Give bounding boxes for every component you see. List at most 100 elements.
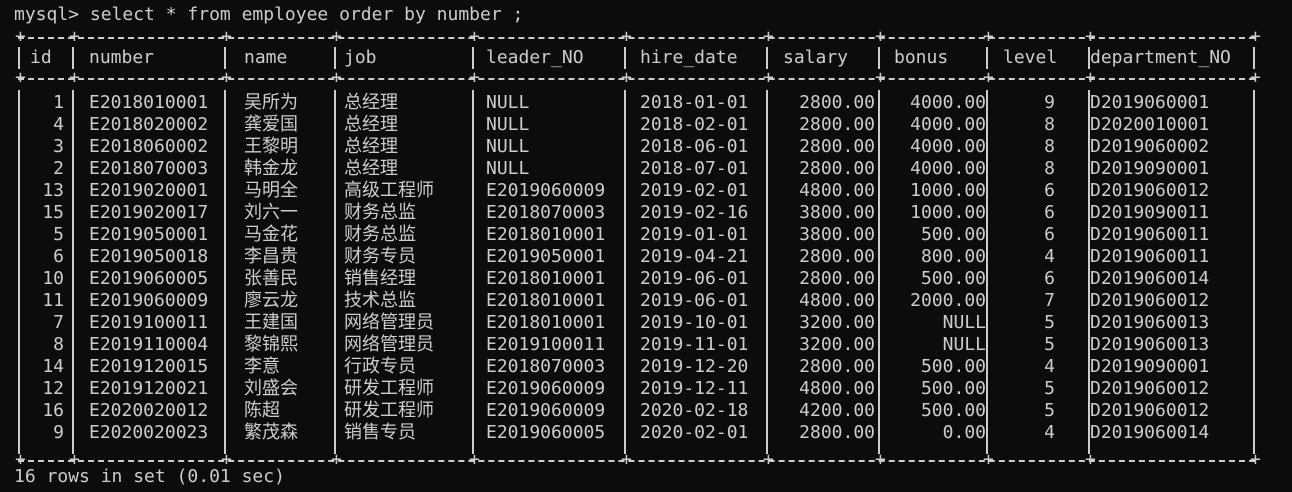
table-bottom-border xyxy=(18,460,1255,462)
table-cell-bonus: 4000.00 xyxy=(910,92,986,113)
table-cell-department-no: D2019060012 xyxy=(1090,180,1210,201)
table-cell-level: 4 xyxy=(1044,356,1055,377)
table-cell-level: 5 xyxy=(1044,400,1055,421)
table-cell-number: E2020020012 xyxy=(89,400,209,421)
table-cell-salary: 2800.00 xyxy=(799,356,875,377)
column-header-number: number xyxy=(89,47,155,68)
command-line: mysql> select * from employee order by n… xyxy=(14,4,524,25)
table-cell-bonus: 4000.00 xyxy=(910,114,986,135)
table-cell-leader-no: E2018010001 xyxy=(486,312,606,333)
table-cell-leader-no: E2019100011 xyxy=(486,334,606,355)
table-cell-id: 5 xyxy=(53,224,64,245)
table-cell-bonus: 0.00 xyxy=(942,422,986,443)
table-cell-level: 8 xyxy=(1044,158,1055,179)
table-cell-level: 8 xyxy=(1044,114,1055,135)
table-cell-bonus: 800.00 xyxy=(920,246,986,267)
table-cell-level: 6 xyxy=(1044,180,1055,201)
table-cell-hire-date: 2019-12-20 xyxy=(640,356,749,377)
table-cell-number: E2019120021 xyxy=(89,378,209,399)
table-cell-leader-no: NULL xyxy=(486,158,530,179)
table-cell-department-no: D2019060012 xyxy=(1090,378,1210,399)
table-cell-hire-date: 2019-02-16 xyxy=(640,202,749,223)
table-cell-job: 总经理 xyxy=(344,114,398,135)
table-cell-hire-date: 2018-01-01 xyxy=(640,92,749,113)
table-cell-job: 总经理 xyxy=(344,92,398,113)
table-cell-level: 4 xyxy=(1044,246,1055,267)
table-cell-name: 黎锦熙 xyxy=(244,334,298,355)
table-corner: + xyxy=(221,26,232,47)
table-cell-name: 繁茂森 xyxy=(244,422,298,443)
table-cell-leader-no: E2018010001 xyxy=(486,268,606,289)
table-corner: + xyxy=(221,449,232,470)
table-cell-hire-date: 2019-10-01 xyxy=(640,312,749,333)
table-cell-number: E2018070003 xyxy=(89,158,209,179)
table-corner: + xyxy=(763,26,774,47)
table-cell-level: 7 xyxy=(1044,290,1055,311)
table-cell-level: 5 xyxy=(1044,378,1055,399)
table-cell-bonus: 500.00 xyxy=(920,224,986,245)
table-cell-leader-no: E2019060005 xyxy=(486,422,606,443)
header-column-divider xyxy=(72,47,74,69)
table-cell-job: 总经理 xyxy=(344,136,398,157)
terminal-window[interactable]: mysql> select * from employee order by n… xyxy=(0,0,1292,492)
table-corner: + xyxy=(983,67,994,88)
table-cell-leader-no: E2018070003 xyxy=(486,202,606,223)
table-cell-number: E2018060002 xyxy=(89,136,209,157)
table-top-border xyxy=(18,37,1255,39)
table-cell-salary: 2800.00 xyxy=(799,246,875,267)
table-cell-job: 网络管理员 xyxy=(344,334,434,355)
table-corner: + xyxy=(621,26,632,47)
table-cell-salary: 4800.00 xyxy=(799,378,875,399)
table-cell-leader-no: E2019050001 xyxy=(486,246,606,267)
header-column-divider xyxy=(986,47,988,69)
body-column-divider xyxy=(472,90,474,454)
body-column-divider xyxy=(72,90,74,454)
table-cell-number: E2019050018 xyxy=(89,246,209,267)
table-cell-name: 李意 xyxy=(244,356,280,377)
table-cell-bonus: NULL xyxy=(942,312,986,333)
table-cell-level: 5 xyxy=(1044,334,1055,355)
result-summary: 16 rows in set (0.01 sec) xyxy=(14,466,285,487)
header-column-divider xyxy=(472,47,474,69)
table-corner: + xyxy=(15,67,26,88)
table-corner: + xyxy=(621,449,632,470)
table-cell-id: 15 xyxy=(42,202,64,223)
table-corner: + xyxy=(1250,26,1261,47)
table-corner: + xyxy=(875,26,886,47)
table-corner: + xyxy=(331,449,342,470)
table-corner: + xyxy=(15,26,26,47)
table-cell-job: 网络管理员 xyxy=(344,312,434,333)
table-cell-name: 韩金龙 xyxy=(244,158,298,179)
column-header-department-no: department_NO xyxy=(1090,47,1231,68)
table-cell-department-no: D2019060002 xyxy=(1090,136,1210,157)
table-cell-department-no: D2020010001 xyxy=(1090,114,1210,135)
table-corner: + xyxy=(983,26,994,47)
table-cell-department-no: D2019060013 xyxy=(1090,334,1210,355)
body-column-divider xyxy=(18,90,20,454)
header-column-divider xyxy=(18,47,20,69)
table-cell-hire-date: 2019-06-01 xyxy=(640,268,749,289)
table-cell-hire-date: 2019-06-01 xyxy=(640,290,749,311)
table-cell-bonus: NULL xyxy=(942,334,986,355)
table-corner: + xyxy=(469,449,480,470)
table-corner: + xyxy=(15,449,26,470)
table-cell-hire-date: 2019-11-01 xyxy=(640,334,749,355)
table-cell-leader-no: E2019060009 xyxy=(486,180,606,201)
table-cell-leader-no: E2018070003 xyxy=(486,356,606,377)
column-header-salary: salary xyxy=(783,47,849,68)
table-corner: + xyxy=(763,67,774,88)
table-cell-bonus: 500.00 xyxy=(920,268,986,289)
table-corner: + xyxy=(875,67,886,88)
table-cell-job: 销售经理 xyxy=(344,268,416,289)
table-cell-department-no: D2019060013 xyxy=(1090,312,1210,333)
table-cell-job: 财务专员 xyxy=(344,246,416,267)
table-cell-job: 研发工程师 xyxy=(344,378,434,399)
table-corner: + xyxy=(331,26,342,47)
table-cell-salary: 4200.00 xyxy=(799,400,875,421)
table-cell-number: E2019060005 xyxy=(89,268,209,289)
table-header-separator xyxy=(18,78,1255,80)
table-cell-name: 龚爱国 xyxy=(244,114,298,135)
table-cell-leader-no: NULL xyxy=(486,136,530,157)
table-cell-level: 4 xyxy=(1044,422,1055,443)
table-corner: + xyxy=(621,67,632,88)
